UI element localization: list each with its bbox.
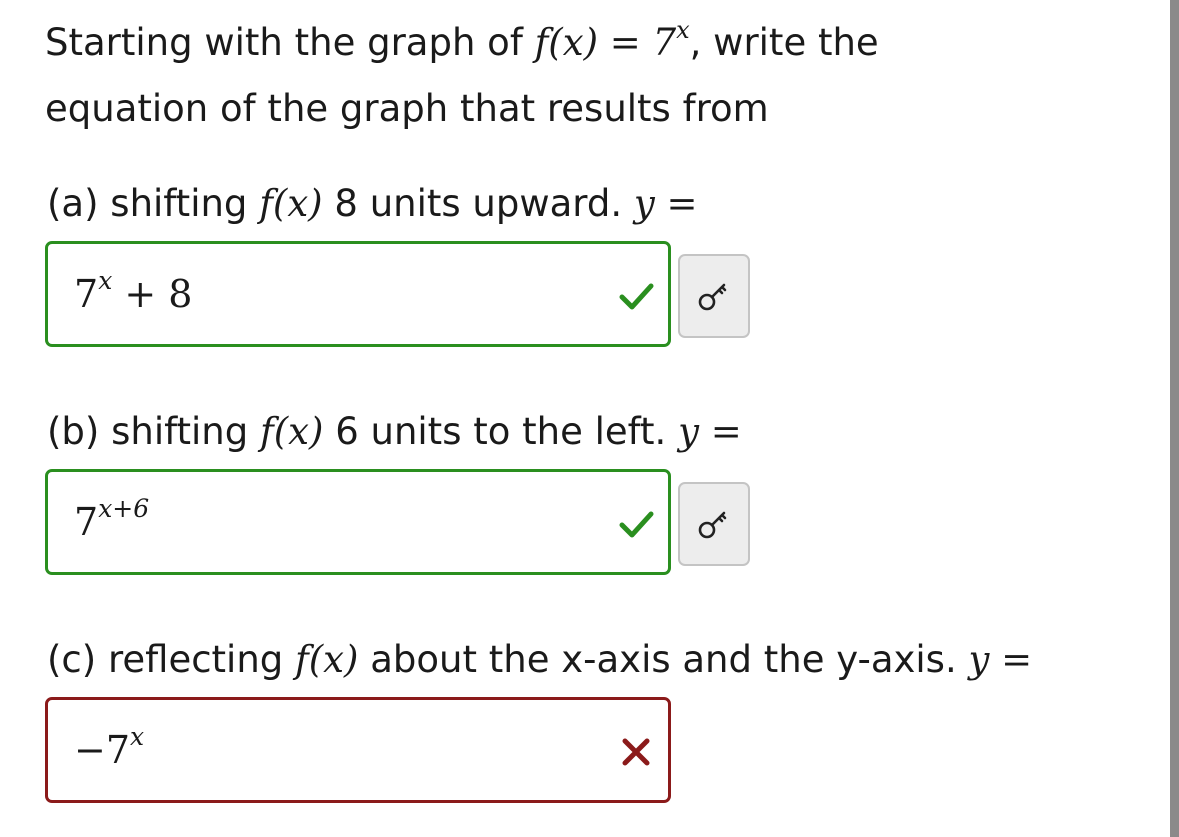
y-equals: y = (968, 638, 1033, 681)
intro-text-post: , write the (689, 21, 879, 64)
question-label-b: (b) shifting f(x) 6 units to the left. y… (47, 410, 742, 453)
check-icon (619, 511, 654, 538)
intro-text-pre: Starting with the graph of (45, 21, 523, 64)
question-label-c: (c) reflecting f(x) about the x-axis and… (47, 638, 1033, 681)
question-label-a: (a) shifting f(x) 8 units upward. y = (47, 182, 698, 225)
function-notation: f(x) (295, 638, 359, 681)
answer-key-button-a[interactable] (678, 254, 750, 338)
y-equals: y = (678, 410, 742, 453)
function-notation: f(x) (260, 410, 324, 453)
y-equals: y = (633, 182, 698, 225)
answer-value-b: 7x+6 (74, 494, 150, 544)
key-icon (698, 283, 727, 311)
problem-statement: Starting with the graph of f(x) = 7x, wr… (45, 12, 1105, 139)
page-scrollbar[interactable] (1170, 0, 1179, 837)
key-icon (698, 511, 727, 539)
function-notation: f(x) (259, 182, 323, 225)
function-definition: f(x) = 7x (534, 16, 690, 64)
answer-value-a: 7x + 8 (74, 266, 193, 316)
answer-field-c[interactable]: −7x (45, 697, 671, 803)
answer-field-a[interactable]: 7x + 8 (45, 241, 671, 347)
answer-value-c: −7x (74, 722, 145, 772)
answer-field-b[interactable]: 7x+6 (45, 469, 671, 575)
answer-key-button-b[interactable] (678, 482, 750, 566)
intro-text-line2: equation of the graph that results from (45, 87, 769, 130)
check-icon (619, 283, 654, 310)
cross-icon (622, 738, 650, 766)
